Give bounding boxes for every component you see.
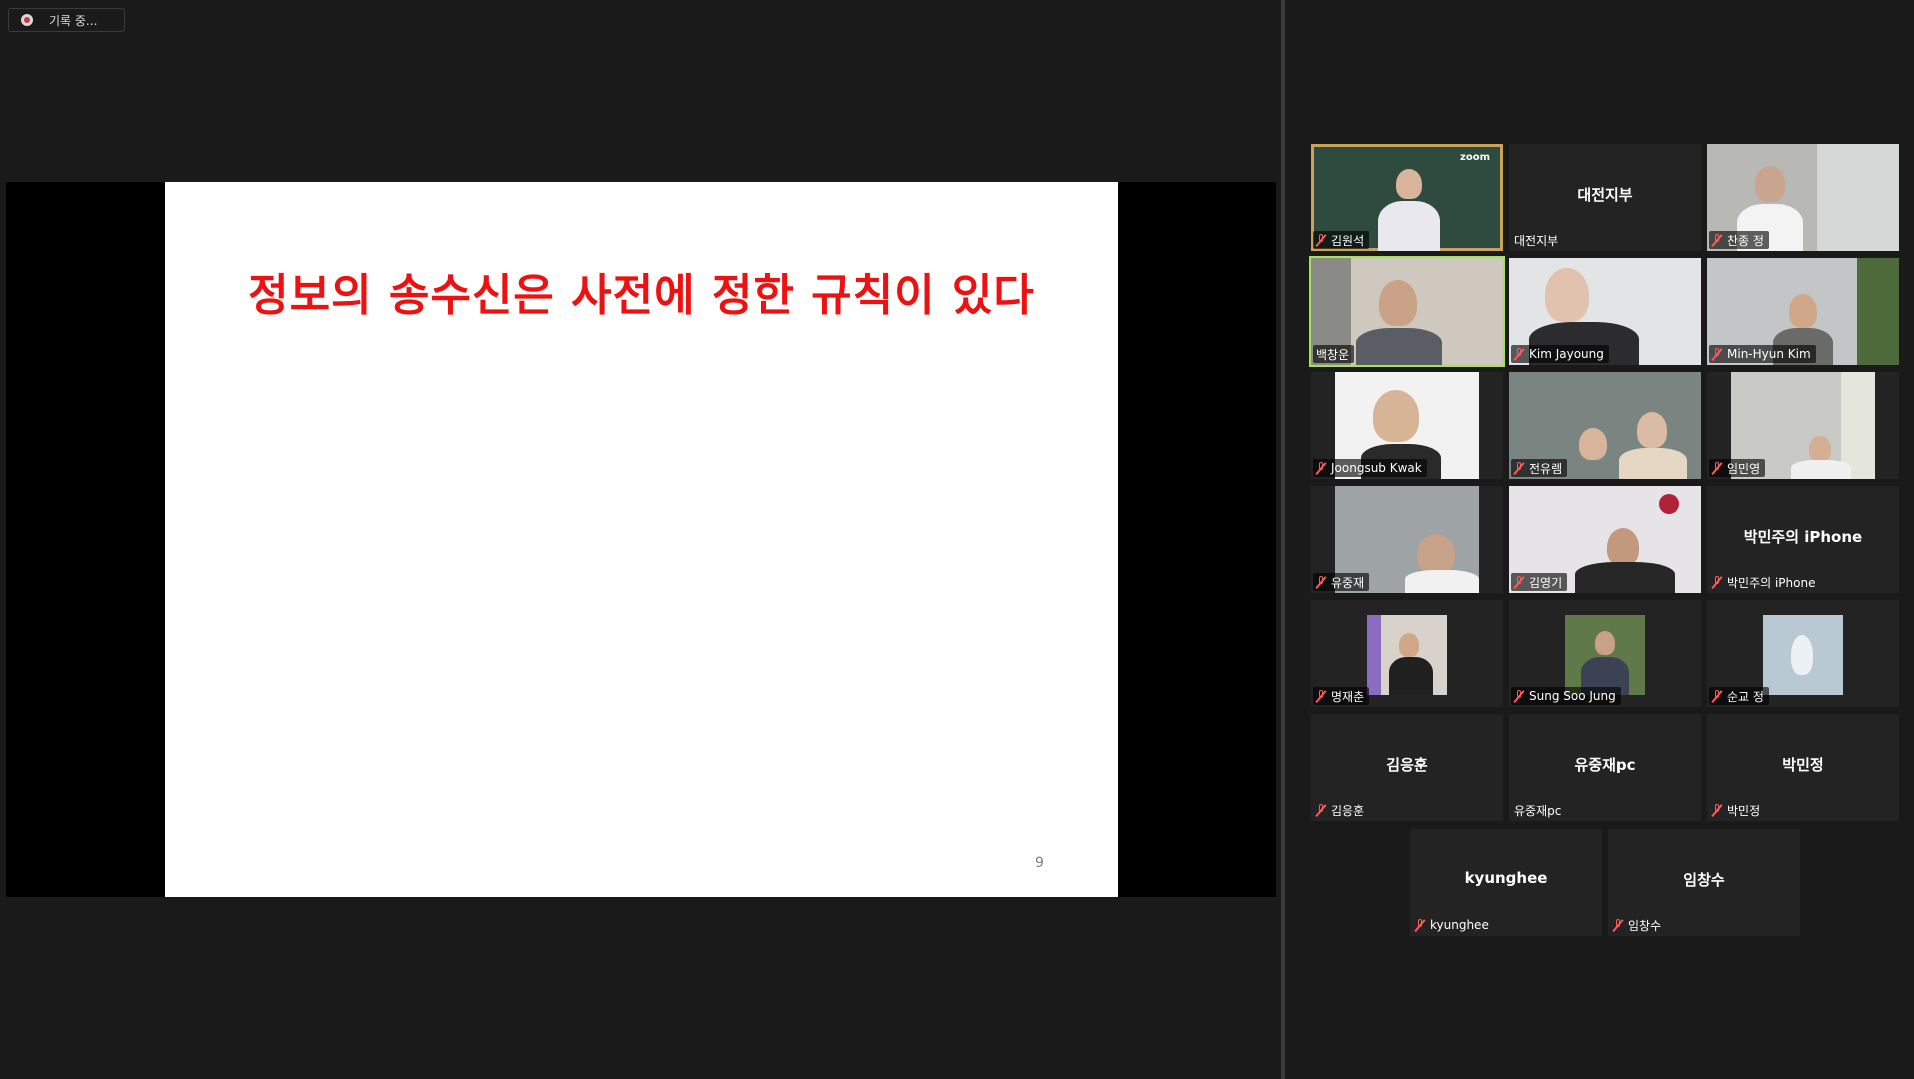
- participant-tile[interactable]: 김응훈 김응훈: [1311, 714, 1503, 821]
- mic-muted-icon: [1316, 689, 1326, 703]
- participant-tile[interactable]: 대전지부 대전지부: [1509, 144, 1701, 251]
- participant-tile[interactable]: 유중재pc 유중재pc: [1509, 714, 1701, 821]
- person-body: [1575, 562, 1675, 593]
- participant-tile[interactable]: kyunghee kyunghee: [1410, 829, 1602, 936]
- mic-muted-icon: [1613, 918, 1623, 932]
- person-head: [1607, 528, 1639, 566]
- participant-name-label: 김영기: [1511, 573, 1568, 591]
- participant-tile[interactable]: 찬종 정: [1707, 144, 1899, 251]
- participant-name-label: 명재춘: [1313, 687, 1370, 705]
- participant-tile[interactable]: zoom 김원석: [1311, 144, 1503, 251]
- participant-display-name: 임창수: [1683, 871, 1725, 889]
- participant-name-label: 전유렘: [1511, 459, 1568, 477]
- video-feed: [1367, 615, 1447, 695]
- mic-muted-icon: [1316, 233, 1326, 247]
- participant-name-label: 박민주의 iPhone: [1709, 573, 1820, 591]
- person-head: [1809, 436, 1831, 462]
- participant-display-name: 대전지부: [1577, 186, 1633, 204]
- participant-name-label: 박민정: [1709, 801, 1765, 819]
- person-head: [1417, 534, 1455, 574]
- shared-screen: 정보의 송수신은 사전에 정한 규칙이 있다 9: [6, 182, 1276, 897]
- participant-tile[interactable]: Kim Jayoung: [1509, 258, 1701, 365]
- participant-tile[interactable]: 명재춘: [1311, 600, 1503, 707]
- participant-display-name: kyunghee: [1464, 869, 1548, 887]
- participant-name-label: Sung Soo Jung: [1511, 687, 1621, 705]
- person-head: [1637, 412, 1667, 448]
- mic-muted-icon: [1316, 803, 1326, 817]
- participant-tile[interactable]: 박민주의 iPhone 박민주의 iPhone: [1707, 486, 1899, 593]
- mic-muted-icon: [1514, 347, 1524, 361]
- mic-muted-icon: [1514, 689, 1524, 703]
- mic-muted-icon: [1514, 461, 1524, 475]
- person-body: [1389, 657, 1433, 695]
- participant-tile[interactable]: 전유렘: [1509, 372, 1701, 479]
- mic-muted-icon: [1514, 575, 1524, 589]
- participant-name-label: 유중재: [1313, 573, 1370, 591]
- participant-name-label: 임창수: [1610, 916, 1666, 934]
- person-head: [1579, 428, 1607, 460]
- panel-divider[interactable]: [1281, 0, 1285, 1079]
- zoom-logo: zoom: [1460, 152, 1490, 163]
- video-feed: [1565, 615, 1645, 695]
- participant-tile-active-speaker[interactable]: 백창운: [1309, 256, 1505, 367]
- participant-tile[interactable]: Sung Soo Jung: [1509, 600, 1701, 707]
- person-head: [1379, 280, 1417, 326]
- participant-display-name: 박민정: [1782, 756, 1824, 774]
- participant-tile[interactable]: Joongsub Kwak: [1311, 372, 1503, 479]
- person-body: [1356, 328, 1442, 365]
- participant-name-label: 대전지부: [1514, 233, 1559, 248]
- participant-tile[interactable]: 박민정 박민정: [1707, 714, 1899, 821]
- person-head: [1396, 169, 1422, 199]
- person-figure: [1791, 635, 1813, 675]
- person-head: [1755, 166, 1785, 202]
- person-body: [1405, 570, 1479, 593]
- record-icon: [21, 14, 33, 26]
- person-body: [1791, 460, 1851, 479]
- participant-display-name: 박민주의 iPhone: [1743, 528, 1863, 546]
- participant-name-label: 백창운: [1313, 345, 1355, 363]
- participant-name-label: 김원석: [1313, 231, 1370, 249]
- participant-name-label: Min-Hyun Kim: [1709, 345, 1816, 363]
- participant-name-label: 찬종 정: [1709, 231, 1769, 249]
- mic-muted-icon: [1316, 575, 1326, 589]
- mic-muted-icon: [1316, 461, 1326, 475]
- participant-name-label: kyunghee: [1412, 916, 1494, 934]
- participant-name-label: Joongsub Kwak: [1313, 459, 1427, 477]
- mic-muted-icon: [1712, 347, 1722, 361]
- participant-name-label: Kim Jayoung: [1511, 345, 1609, 363]
- slide-page-number: 9: [1035, 855, 1044, 871]
- mic-muted-icon: [1712, 575, 1722, 589]
- participant-name-label: 유중재pc: [1514, 803, 1562, 818]
- participant-display-name: 김응훈: [1386, 756, 1428, 774]
- recording-label: 기록 중...: [49, 13, 98, 28]
- recording-indicator[interactable]: 기록 중...: [8, 8, 125, 32]
- participant-tile[interactable]: 임민영: [1707, 372, 1899, 479]
- person-head: [1545, 268, 1589, 322]
- mic-muted-icon: [1712, 803, 1722, 817]
- participant-tile[interactable]: Min-Hyun Kim: [1707, 258, 1899, 365]
- mic-muted-icon: [1712, 461, 1722, 475]
- person-head: [1595, 631, 1615, 655]
- participant-name-label: 순교 정: [1709, 687, 1769, 705]
- person-body: [1619, 448, 1687, 479]
- mic-muted-icon: [1415, 918, 1425, 932]
- participant-display-name: 유중재pc: [1574, 756, 1636, 774]
- participant-tile[interactable]: 순교 정: [1707, 600, 1899, 707]
- participant-tile[interactable]: 임창수 임창수: [1608, 829, 1800, 936]
- mic-muted-icon: [1712, 233, 1722, 247]
- video-feed: [1763, 615, 1843, 695]
- person-head: [1373, 390, 1419, 442]
- mic-muted-icon: [1712, 689, 1722, 703]
- slide-title: 정보의 송수신은 사전에 정한 규칙이 있다: [248, 270, 1035, 321]
- presentation-slide: 정보의 송수신은 사전에 정한 규칙이 있다 9: [165, 182, 1118, 897]
- person-head: [1789, 294, 1817, 328]
- participant-name-label: 임민영: [1709, 459, 1766, 477]
- participant-tile[interactable]: 유중재: [1311, 486, 1503, 593]
- participant-name-label: 김응훈: [1313, 801, 1369, 819]
- person-body: [1378, 201, 1440, 251]
- participant-tile[interactable]: 김영기: [1509, 486, 1701, 593]
- person-head: [1399, 633, 1419, 657]
